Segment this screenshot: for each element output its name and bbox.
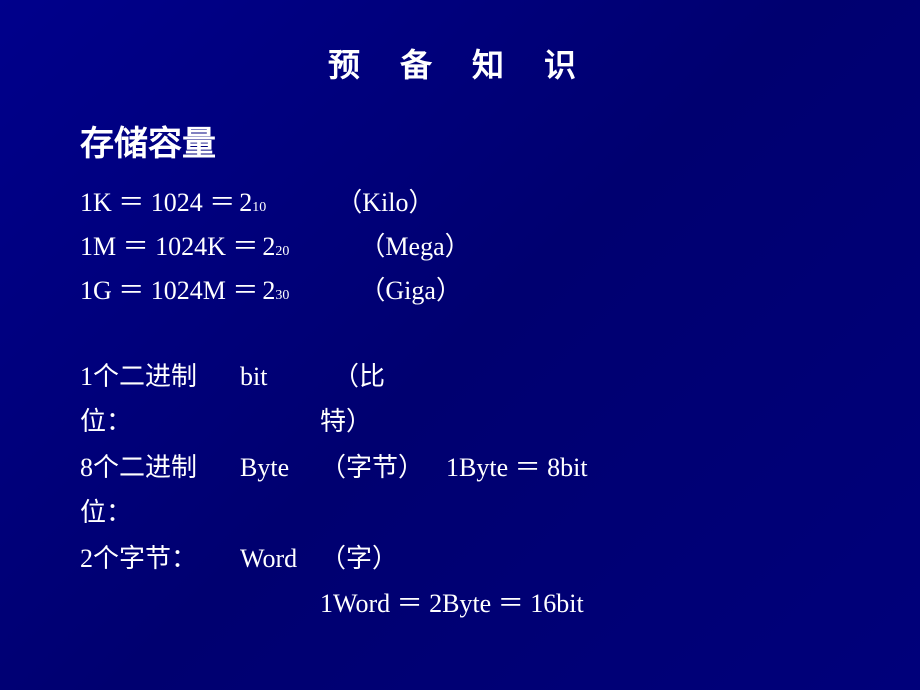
bit-term-bit: bit bbox=[240, 354, 320, 400]
formula-1g-power: 230 bbox=[262, 269, 342, 313]
formula-1k-prefix: 1K ＝ 1024 ＝ bbox=[80, 181, 235, 225]
bit-label-2byte: 2个字节： bbox=[80, 536, 240, 582]
formula-line-1m: 1M ＝ 1024K ＝ 220 （Mega） bbox=[80, 225, 471, 269]
slide: 预 备 知 识 存储容量 1K ＝ 1024 ＝ 210 （Kilo） 1M ＝… bbox=[0, 0, 920, 690]
formula-1g-note: （Giga） bbox=[346, 269, 462, 313]
word-formula-line: 1Word ＝ 2Byte ＝ 16bit bbox=[80, 581, 588, 627]
bit-section: 1个二进制位： bit （比特） 8个二进制位： Byte （字节） 1Byte… bbox=[80, 354, 588, 627]
formula-1m-note: （Mega） bbox=[346, 225, 470, 269]
section-heading: 存储容量 bbox=[80, 116, 471, 165]
bit-term-word: Word bbox=[240, 536, 320, 582]
storage-section: 存储容量 1K ＝ 1024 ＝ 210 （Kilo） 1M ＝ 1024K ＝… bbox=[80, 116, 471, 314]
bit-desc-bit: （比特） bbox=[320, 354, 420, 445]
formula-line-1k: 1K ＝ 1024 ＝ 210 （Kilo） bbox=[80, 181, 471, 225]
formula-1g-prefix: 1G ＝ 1024M ＝ bbox=[80, 269, 258, 313]
bit-line-bit: 1个二进制位： bit （比特） bbox=[80, 354, 588, 445]
formula-1k-power: 210 bbox=[239, 181, 319, 225]
bit-label-8: 8个二进制位： bbox=[80, 445, 240, 536]
word-formula: 1Word ＝ 2Byte ＝ 16bit bbox=[320, 589, 584, 618]
formula-1k-base: 2 bbox=[239, 181, 252, 225]
bit-label-1: 1个二进制位： bbox=[80, 354, 240, 445]
bit-line-byte: 8个二进制位： Byte （字节） 1Byte ＝ 8bit bbox=[80, 445, 588, 536]
slide-title: 预 备 知 识 bbox=[80, 40, 840, 86]
formula-1m-prefix: 1M ＝ 1024K ＝ bbox=[80, 225, 258, 269]
bit-line-word: 2个字节： Word （字） bbox=[80, 536, 588, 582]
bit-desc-word: （字） bbox=[320, 536, 420, 582]
formula-line-1g: 1G ＝ 1024M ＝ 230 （Giga） bbox=[80, 269, 471, 313]
formula-1k-note: （Kilo） bbox=[323, 181, 434, 225]
formula-1m-base: 2 bbox=[262, 225, 275, 269]
formula-1m-power: 220 bbox=[262, 225, 342, 269]
formula-1g-base: 2 bbox=[262, 269, 275, 313]
bit-term-byte: Byte bbox=[240, 445, 320, 491]
bit-desc-byte: （字节） bbox=[320, 445, 420, 491]
bit-extra-byte: 1Byte ＝ 8bit bbox=[420, 445, 588, 491]
